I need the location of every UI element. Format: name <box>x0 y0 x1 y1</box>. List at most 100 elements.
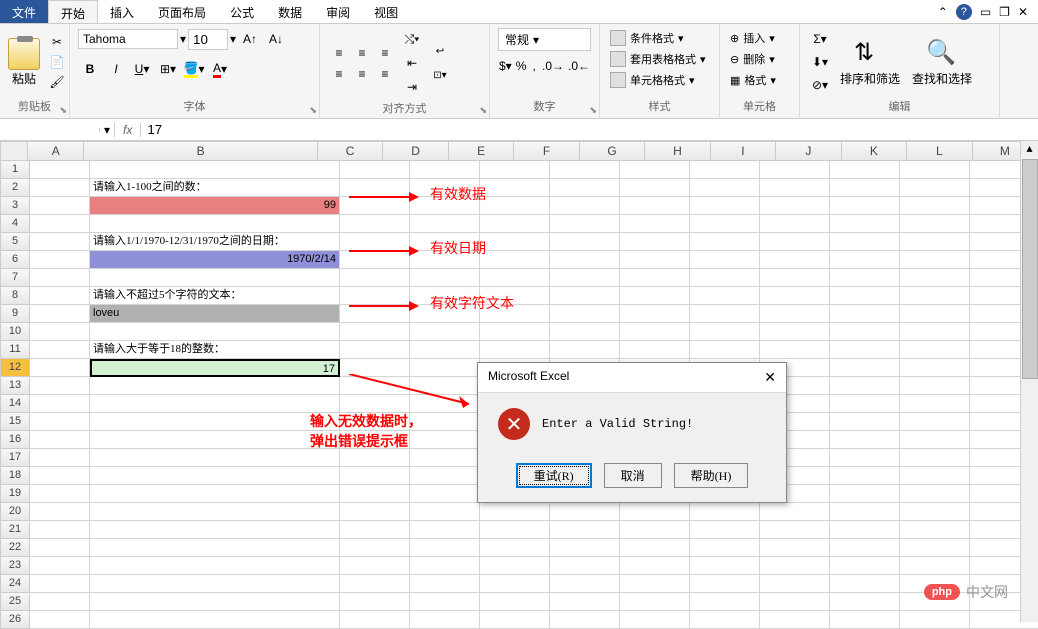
table-format-button[interactable]: 套用表格格式▾ <box>608 49 711 69</box>
decrease-indent-icon[interactable]: ⇤ <box>400 52 424 74</box>
italic-button[interactable]: I <box>104 58 128 80</box>
cell-I8[interactable] <box>760 287 830 305</box>
cell-C22[interactable] <box>340 539 410 557</box>
decrease-font-icon[interactable]: A↓ <box>264 28 288 50</box>
cell-A12[interactable] <box>30 359 90 377</box>
cell-F21[interactable] <box>550 521 620 539</box>
cell-K14[interactable] <box>900 395 970 413</box>
row-header-2[interactable]: 2 <box>0 179 30 197</box>
cell-H5[interactable] <box>690 233 760 251</box>
cell-G5[interactable] <box>620 233 690 251</box>
row-header-9[interactable]: 9 <box>0 305 30 323</box>
underline-button[interactable]: U▾ <box>130 58 154 80</box>
align-center-icon[interactable]: ≡ <box>351 64 373 84</box>
cell-D26[interactable] <box>410 611 480 629</box>
row-header-18[interactable]: 18 <box>0 467 30 485</box>
cell-J7[interactable] <box>830 269 900 287</box>
cell-A17[interactable] <box>30 449 90 467</box>
cell-G24[interactable] <box>620 575 690 593</box>
cell-H9[interactable] <box>690 305 760 323</box>
cell-B19[interactable] <box>90 485 340 503</box>
cell-F1[interactable] <box>550 161 620 179</box>
cell-D7[interactable] <box>410 269 480 287</box>
cell-E1[interactable] <box>480 161 550 179</box>
tab-home[interactable]: 开始 <box>48 0 98 23</box>
cell-B21[interactable] <box>90 521 340 539</box>
cell-F8[interactable] <box>550 287 620 305</box>
cell-A6[interactable] <box>30 251 90 269</box>
cell-B7[interactable] <box>90 269 340 287</box>
increase-font-icon[interactable]: A↑ <box>238 28 262 50</box>
cell-H8[interactable] <box>690 287 760 305</box>
cell-J12[interactable] <box>830 359 900 377</box>
cell-G20[interactable] <box>620 503 690 521</box>
autosum-icon[interactable]: Σ▾ <box>808 28 832 50</box>
decrease-decimal-icon[interactable]: .0← <box>567 55 591 77</box>
cell-I21[interactable] <box>760 521 830 539</box>
help-icon[interactable]: ? <box>956 4 972 20</box>
percent-icon[interactable]: % <box>515 55 528 77</box>
orientation-icon[interactable]: ⤭▾ <box>400 28 424 50</box>
cell-A5[interactable] <box>30 233 90 251</box>
cell-J13[interactable] <box>830 377 900 395</box>
cell-A11[interactable] <box>30 341 90 359</box>
select-all-corner[interactable] <box>0 141 28 161</box>
tab-file[interactable]: 文件 <box>0 0 48 23</box>
cell-B13[interactable] <box>90 377 340 395</box>
cell-A8[interactable] <box>30 287 90 305</box>
cell-B1[interactable] <box>90 161 340 179</box>
cell-I3[interactable] <box>760 197 830 215</box>
cell-B2[interactable]: 请输入1-100之间的数： <box>90 179 340 197</box>
cell-B26[interactable] <box>90 611 340 629</box>
cell-F9[interactable] <box>550 305 620 323</box>
cell-I11[interactable] <box>760 341 830 359</box>
tab-view[interactable]: 视图 <box>362 0 410 23</box>
row-header-21[interactable]: 21 <box>0 521 30 539</box>
delete-cells-button[interactable]: ⊖删除▾ <box>728 49 791 69</box>
align-bottom-icon[interactable]: ≡ <box>374 43 396 63</box>
cell-H22[interactable] <box>690 539 760 557</box>
cell-B17[interactable] <box>90 449 340 467</box>
col-header-G[interactable]: G <box>580 141 645 161</box>
row-header-13[interactable]: 13 <box>0 377 30 395</box>
cell-I22[interactable] <box>760 539 830 557</box>
cell-C4[interactable] <box>340 215 410 233</box>
cell-D1[interactable] <box>410 161 480 179</box>
cell-E23[interactable] <box>480 557 550 575</box>
cell-C11[interactable] <box>340 341 410 359</box>
cell-J25[interactable] <box>830 593 900 611</box>
cell-B5[interactable]: 请输入1/1/1970-12/31/1970之间的日期： <box>90 233 340 251</box>
cell-J6[interactable] <box>830 251 900 269</box>
align-left-icon[interactable]: ≡ <box>328 64 350 84</box>
row-header-22[interactable]: 22 <box>0 539 30 557</box>
cell-H4[interactable] <box>690 215 760 233</box>
cell-D24[interactable] <box>410 575 480 593</box>
cell-E5[interactable] <box>480 233 550 251</box>
cell-J21[interactable] <box>830 521 900 539</box>
align-top-icon[interactable]: ≡ <box>328 43 350 63</box>
cell-J20[interactable] <box>830 503 900 521</box>
cell-A1[interactable] <box>30 161 90 179</box>
cell-J14[interactable] <box>830 395 900 413</box>
cell-A13[interactable] <box>30 377 90 395</box>
cell-A21[interactable] <box>30 521 90 539</box>
cell-J15[interactable] <box>830 413 900 431</box>
cell-G25[interactable] <box>620 593 690 611</box>
cell-H25[interactable] <box>690 593 760 611</box>
row-header-23[interactable]: 23 <box>0 557 30 575</box>
close-icon[interactable]: ✕ <box>1018 5 1028 19</box>
cell-A18[interactable] <box>30 467 90 485</box>
cell-B3[interactable]: 99 <box>90 197 340 215</box>
cell-A9[interactable] <box>30 305 90 323</box>
row-header-8[interactable]: 8 <box>0 287 30 305</box>
name-box[interactable] <box>0 128 100 132</box>
cell-J4[interactable] <box>830 215 900 233</box>
cell-I10[interactable] <box>760 323 830 341</box>
cell-G11[interactable] <box>620 341 690 359</box>
cell-B14[interactable] <box>90 395 340 413</box>
name-box-dropdown-icon[interactable]: ▾ <box>100 123 115 137</box>
col-header-L[interactable]: L <box>907 141 972 161</box>
cell-C26[interactable] <box>340 611 410 629</box>
insert-cells-button[interactable]: ⊕插入▾ <box>728 28 791 48</box>
cell-E7[interactable] <box>480 269 550 287</box>
